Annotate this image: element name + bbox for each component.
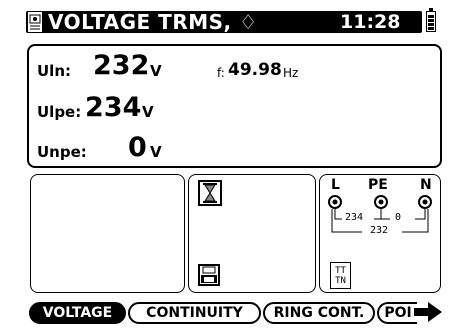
unpe-value: 0 [128, 132, 147, 163]
hourglass-icon [198, 180, 222, 206]
ulpe-value: 234 [85, 92, 142, 123]
terminal-l-label: L [331, 177, 340, 193]
ulpe-unit: V [142, 103, 154, 121]
tab-ring-cont[interactable]: RING CONT. [263, 302, 375, 324]
unpe-unit: V [150, 143, 162, 161]
freq-value: 49.98 [228, 60, 282, 80]
freq-unit: Hz [283, 66, 299, 80]
uln-label: Uln: [37, 62, 71, 80]
tab-poi[interactable]: POI [377, 302, 417, 324]
ulpe-label: Ulpe: [37, 103, 82, 121]
mode-title: VOLTAGE TRMS, ♢ [48, 10, 258, 34]
save-icon[interactable] [198, 264, 220, 286]
terminal-pe-label: PE [368, 177, 388, 193]
unpe-label: Unpe: [37, 143, 87, 161]
arrow-right-icon[interactable] [414, 302, 442, 322]
tab-voltage[interactable]: VOLTAGE [29, 302, 126, 324]
lpe-voltage: 234 [345, 212, 364, 223]
pen-voltage: 0 [395, 212, 402, 223]
freq-label: f: [217, 66, 225, 80]
left-info-panel [30, 174, 185, 293]
terminal-n-label: N [420, 177, 432, 193]
system-tt-label: TT [335, 266, 346, 276]
clock-time: 11:28 [340, 11, 401, 33]
uln-unit: V [150, 62, 162, 80]
system-tn-label: TN [335, 276, 346, 286]
ln-voltage: 232 [370, 225, 389, 236]
earthing-system-indicator: TT TN [330, 262, 351, 289]
instrument-icon [27, 11, 43, 33]
uln-value: 232 [93, 50, 150, 81]
tab-continuity[interactable]: CONTINUITY [128, 302, 261, 324]
battery-icon [426, 8, 436, 32]
